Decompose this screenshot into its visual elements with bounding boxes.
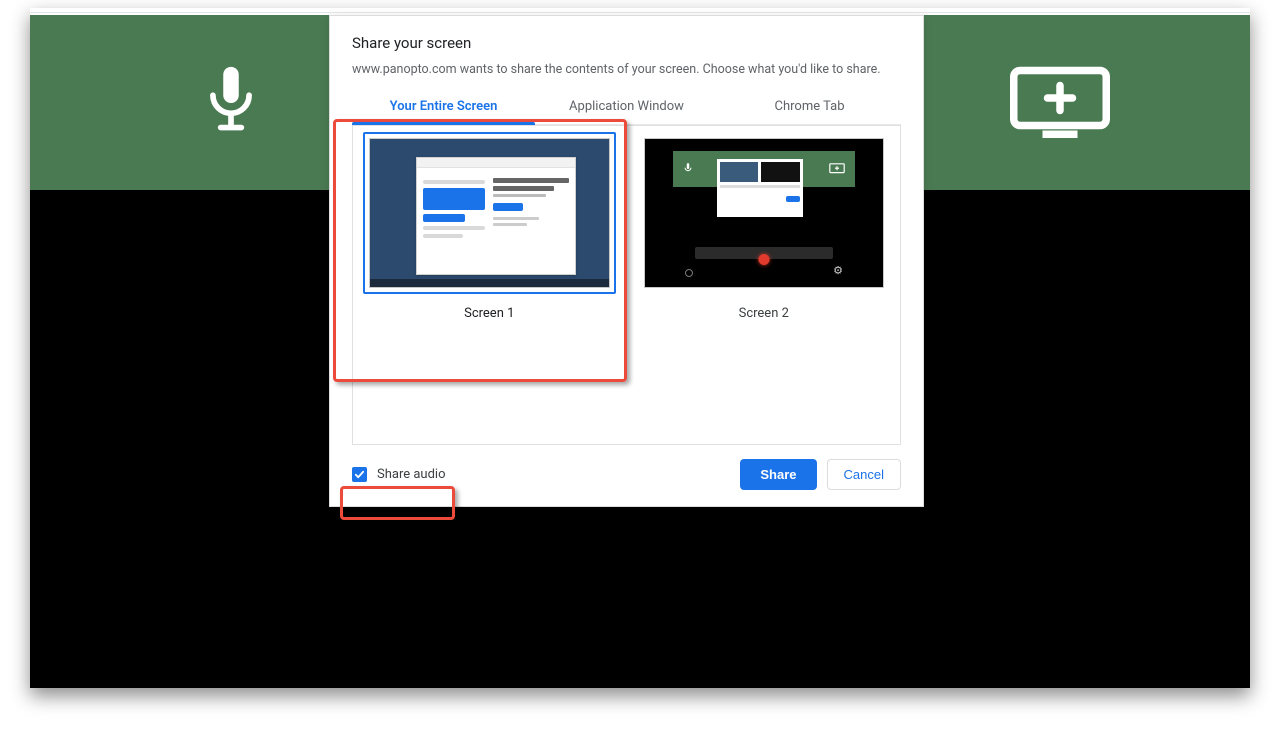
screen-2-label: Screen 2 — [638, 306, 891, 321]
circle-icon — [685, 269, 693, 277]
tab-chrome-tab[interactable]: Chrome Tab — [718, 91, 901, 124]
screen-2-thumbnail: ⚙ — [638, 132, 891, 294]
checkbox-icon — [352, 467, 367, 482]
screen-options-panel: Screen 1 ⚙ — [352, 125, 901, 445]
microphone-icon — [200, 63, 262, 143]
screen-option-2[interactable]: ⚙ Screen 2 — [638, 132, 891, 321]
add-screen-icon — [1010, 63, 1110, 143]
dialog-footer: Share audio Share Cancel — [330, 445, 923, 506]
dialog-subtitle: www.panopto.com wants to share the conte… — [352, 62, 901, 77]
dialog-title: Share your screen — [352, 34, 901, 52]
share-screen-dialog: Share your screen www.panopto.com wants … — [329, 15, 924, 507]
tab-entire-screen[interactable]: Your Entire Screen — [352, 91, 535, 124]
gear-icon: ⚙ — [833, 264, 843, 277]
tab-application-window[interactable]: Application Window — [535, 91, 718, 124]
screen-1-label: Screen 1 — [363, 306, 616, 321]
cancel-button[interactable]: Cancel — [827, 459, 901, 490]
share-button[interactable]: Share — [740, 459, 816, 490]
browser-top-bar — [30, 8, 1250, 13]
share-audio-label: Share audio — [377, 467, 446, 482]
share-audio-checkbox[interactable]: Share audio — [352, 467, 446, 482]
screen-option-1[interactable]: Screen 1 — [363, 132, 616, 321]
tabs: Your Entire Screen Application Window Ch… — [352, 91, 901, 125]
screen-1-thumbnail — [363, 132, 616, 294]
